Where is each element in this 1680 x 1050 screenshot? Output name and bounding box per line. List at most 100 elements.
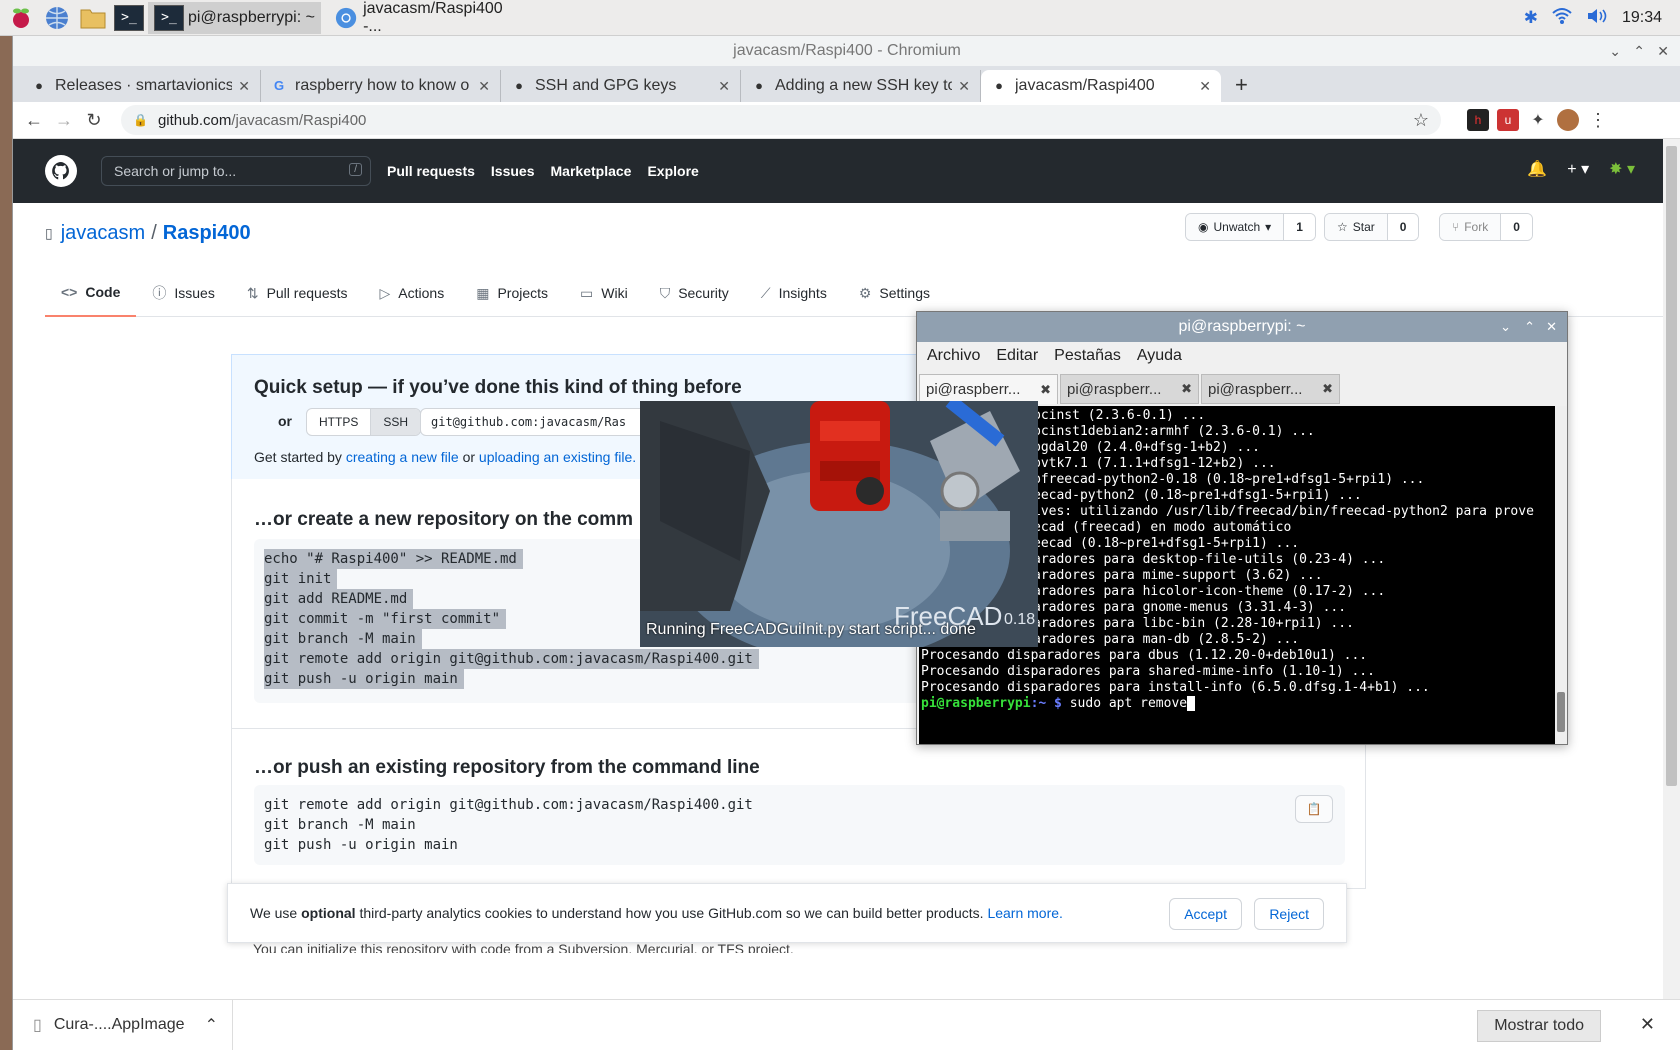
github-logo-icon[interactable] [45, 155, 77, 187]
puzzle-icon[interactable]: ✦ [1527, 109, 1549, 131]
create-new-plus-icon[interactable]: + ▾ [1567, 159, 1589, 179]
raspberry-menu-icon[interactable] [6, 3, 36, 33]
volume-icon[interactable] [1586, 7, 1608, 30]
nav-explore[interactable]: Explore [647, 163, 698, 179]
fork-button-group[interactable]: ⑂ Fork 0 [1439, 213, 1533, 241]
push-repo-code[interactable]: git remote add origin git@github.com:jav… [254, 785, 1345, 865]
address-bar[interactable]: 🔒 github.com/javacasm/Raspi400 ☆ [121, 105, 1441, 135]
chevron-up-icon[interactable]: ⌃ [205, 1015, 218, 1035]
fork-count[interactable]: 0 [1501, 214, 1532, 240]
browser-tab-releases[interactable]: ● Releases · smartavionics ✕ [21, 70, 261, 102]
upload-file-link[interactable]: uploading an existing file. [479, 449, 636, 465]
issue-icon: ⓘ [152, 285, 167, 301]
tab-wiki[interactable]: ▭ Wiki [564, 269, 644, 317]
menu-kebab-icon[interactable]: ⋮ [1587, 109, 1609, 131]
star-button-group[interactable]: ☆ Star 0 [1324, 213, 1420, 241]
user-avatar-icon[interactable]: ✸ ▾ [1609, 159, 1635, 179]
menu-ayuda[interactable]: Ayuda [1137, 347, 1182, 365]
notifications-bell-icon[interactable]: 🔔 [1527, 159, 1547, 179]
terminal-tab[interactable]: pi@raspberr... ✖ [1060, 374, 1199, 404]
repo-name-link[interactable]: Raspi400 [163, 222, 251, 245]
browser-tab-google[interactable]: G raspberry how to know o ✕ [261, 70, 501, 102]
close-tab-icon[interactable]: ✕ [718, 78, 730, 95]
maximize-icon[interactable]: ⌃ [1524, 312, 1535, 342]
back-arrow-icon[interactable]: ← [19, 110, 49, 131]
nav-issues[interactable]: Issues [491, 163, 535, 179]
close-window-icon[interactable]: ✕ [1546, 312, 1557, 342]
google-icon: G [273, 78, 285, 93]
browser-tab-raspi400[interactable]: ● javacasm/Raspi400 ✕ [981, 70, 1221, 102]
browser-tab-ssh-keys[interactable]: ● SSH and GPG keys ✕ [501, 70, 741, 102]
clock[interactable]: 19:34 [1622, 9, 1662, 27]
web-browser-icon[interactable] [42, 3, 72, 33]
menu-pestanas[interactable]: Pestañas [1054, 347, 1121, 365]
unwatch-button[interactable]: ◉ Unwatch ▾ [1186, 214, 1285, 240]
lock-icon: 🔒 [133, 113, 148, 127]
page-scrollbar-thumb[interactable] [1666, 146, 1677, 786]
bookmark-star-icon[interactable]: ☆ [1413, 110, 1429, 131]
search-shortcut-key: / [349, 163, 362, 176]
repo-owner-link[interactable]: javacasm [61, 222, 145, 245]
ssh-button[interactable]: SSH [370, 409, 421, 435]
star-button[interactable]: ☆ Star [1325, 214, 1388, 240]
fork-button[interactable]: ⑂ Fork [1440, 214, 1502, 240]
tab-issues[interactable]: ⓘ Issues [136, 269, 230, 317]
tab-settings[interactable]: ⚙ Settings [843, 269, 946, 317]
menu-archivo[interactable]: Archivo [927, 347, 980, 365]
tab-actions[interactable]: ▷ Actions [364, 269, 461, 317]
nav-pull-requests[interactable]: Pull requests [387, 163, 475, 179]
menu-editar[interactable]: Editar [996, 347, 1038, 365]
ublock-icon[interactable]: u [1497, 109, 1519, 131]
github-search-input[interactable]: Search or jump to... / [101, 156, 371, 186]
profile-avatar-icon[interactable] [1557, 109, 1579, 131]
learn-more-link[interactable]: Learn more. [987, 905, 1062, 921]
terminal-tab[interactable]: pi@raspberr... ✖ [919, 374, 1058, 404]
watch-button-group[interactable]: ◉ Unwatch ▾ 1 [1185, 213, 1316, 241]
close-tab-icon[interactable]: ✕ [238, 78, 250, 95]
terminal-launcher-icon[interactable]: >_ [114, 3, 144, 33]
close-tab-icon[interactable]: ✕ [478, 78, 490, 95]
close-tab-icon[interactable]: ✖ [1040, 382, 1051, 398]
nav-marketplace[interactable]: Marketplace [551, 163, 632, 179]
minimize-icon[interactable]: ⌄ [1500, 312, 1511, 342]
browser-toolbar: ← → ↻ 🔒 github.com/javacasm/Raspi400 ☆ h… [13, 102, 1680, 139]
maximize-icon[interactable]: ⌃ [1633, 36, 1645, 66]
quick-setup-title: Quick setup — if you’ve done this kind o… [254, 377, 742, 398]
extension-icon[interactable]: h [1467, 109, 1489, 131]
close-downloads-icon[interactable]: ✕ [1640, 1014, 1655, 1035]
taskbar-task-chromium[interactable]: javacasm/Raspi400 -... [329, 0, 519, 35]
reject-cookies-button[interactable]: Reject [1254, 898, 1324, 930]
star-count[interactable]: 0 [1387, 214, 1419, 240]
create-repo-title: …or create a new repository on the comm [254, 509, 634, 530]
wifi-icon[interactable] [1552, 7, 1572, 30]
tab-insights[interactable]: ⟋ Insights [745, 269, 843, 317]
terminal-scrollbar-thumb[interactable] [1557, 692, 1565, 732]
bluetooth-icon[interactable]: ✱ [1524, 8, 1538, 28]
create-new-file-link[interactable]: creating a new file [346, 449, 459, 465]
terminal-tab[interactable]: pi@raspberr... ✖ [1201, 374, 1340, 404]
accept-cookies-button[interactable]: Accept [1169, 898, 1242, 930]
close-tab-icon[interactable]: ✕ [958, 78, 970, 95]
new-tab-button[interactable]: + [1235, 72, 1248, 98]
tab-code[interactable]: <> Code [45, 269, 137, 317]
show-all-downloads-button[interactable]: Mostrar todo [1477, 1010, 1601, 1042]
tab-pull-requests[interactable]: ⇅ Pull requests [231, 269, 364, 317]
github-icon: ● [755, 78, 763, 93]
minimize-icon[interactable]: ⌄ [1609, 36, 1621, 66]
download-item[interactable]: ▯ Cura-....AppImage ⌃ [33, 999, 233, 1050]
taskbar-task-terminal[interactable]: >_ pi@raspberrypi: ~ [148, 1, 321, 34]
tab-security[interactable]: ⛉ Security [644, 269, 745, 317]
https-button[interactable]: HTTPS [307, 409, 370, 435]
reload-icon[interactable]: ↻ [79, 110, 109, 131]
file-manager-icon[interactable] [78, 3, 108, 33]
terminal-line: Procesando disparadores para dbus (1.12.… [921, 648, 1368, 663]
watch-count[interactable]: 1 [1284, 214, 1315, 240]
close-window-icon[interactable]: ✕ [1657, 36, 1669, 66]
browser-tab-adding-ssh-key[interactable]: ● Adding a new SSH key to ✕ [741, 70, 981, 102]
forward-arrow-icon[interactable]: → [49, 110, 79, 131]
clipboard-copy-icon[interactable]: 📋 [1295, 795, 1333, 823]
close-tab-icon[interactable]: ✖ [1322, 381, 1333, 397]
tab-projects[interactable]: ▦ Projects [460, 269, 564, 317]
close-tab-icon[interactable]: ✕ [1199, 78, 1211, 95]
close-tab-icon[interactable]: ✖ [1181, 381, 1192, 397]
